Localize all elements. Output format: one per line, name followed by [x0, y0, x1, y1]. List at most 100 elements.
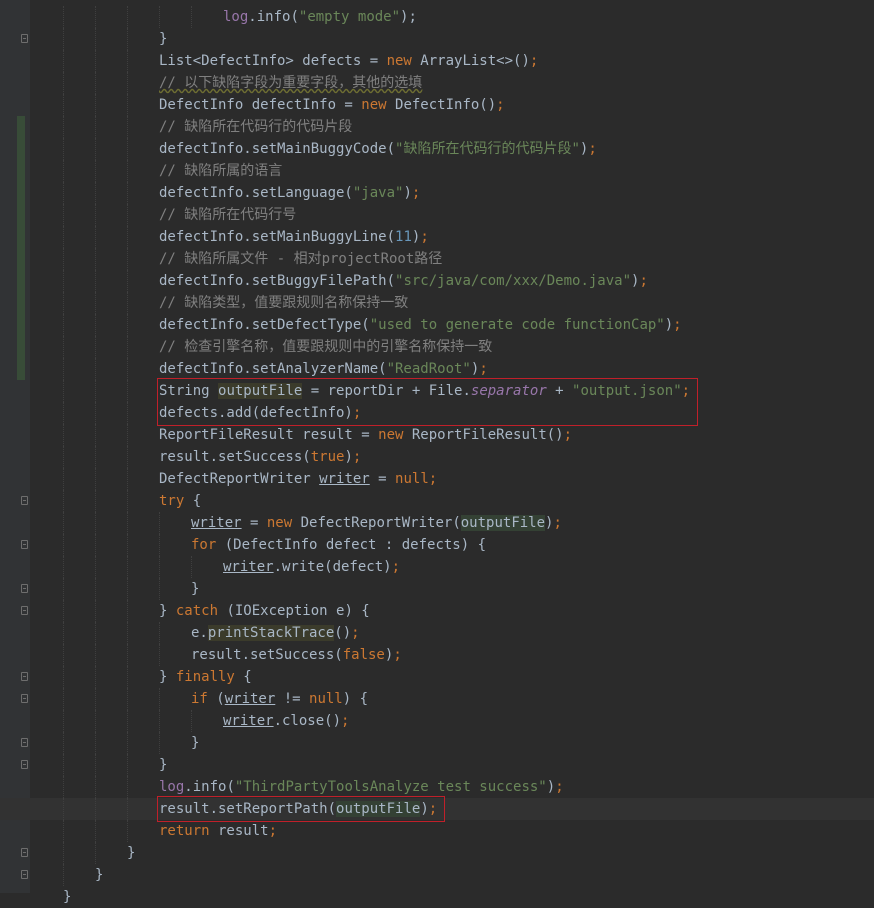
code-text[interactable]: }	[95, 864, 103, 886]
fold-marker-icon[interactable]	[21, 540, 28, 549]
code-text[interactable]: return result;	[159, 820, 277, 842]
code-line[interactable]: }	[0, 754, 874, 776]
code-text[interactable]: writer.write(defect);	[223, 556, 400, 578]
code-line[interactable]: for (DefectInfo defect : defects) {	[0, 534, 874, 556]
code-line[interactable]: DefectReportWriter writer = null;	[0, 468, 874, 490]
code-line[interactable]: log.info("ThirdPartyToolsAnalyze test su…	[0, 776, 874, 798]
code-line[interactable]: // 缺陷所属的语言	[0, 160, 874, 182]
code-text[interactable]: result.setSuccess(true);	[159, 446, 361, 468]
code-line[interactable]: List<DefectInfo> defects = new ArrayList…	[0, 50, 874, 72]
fold-marker-icon[interactable]	[21, 606, 28, 615]
code-line[interactable]: defectInfo.setAnalyzerName("ReadRoot");	[0, 358, 874, 380]
code-editor[interactable]: log.info("empty mode");} List<DefectInfo>…	[0, 6, 874, 908]
code-text[interactable]: defectInfo.setMainBuggyLine(11);	[159, 226, 429, 248]
code-line[interactable]: }	[0, 886, 874, 908]
code-text[interactable]: // 缺陷所属文件 - 相对projectRoot路径	[159, 248, 442, 270]
code-line[interactable]: writer.write(defect);	[0, 556, 874, 578]
code-text[interactable]: // 缺陷所属的语言	[159, 160, 282, 182]
code-line[interactable]: // 缺陷所在代码行号	[0, 204, 874, 226]
fold-marker-icon[interactable]	[21, 694, 28, 703]
code-line[interactable]: // 缺陷所属文件 - 相对projectRoot路径	[0, 248, 874, 270]
fold-marker-icon[interactable]	[21, 848, 28, 857]
code-line[interactable]: writer = new DefectReportWriter(outputFi…	[0, 512, 874, 534]
code-text[interactable]: log.info("empty mode");	[223, 6, 417, 28]
change-marker[interactable]	[17, 182, 25, 204]
change-marker[interactable]	[17, 314, 25, 336]
fold-marker-icon[interactable]	[21, 760, 28, 769]
code-text[interactable]: // 缺陷所在代码行号	[159, 204, 296, 226]
code-text[interactable]: writer.close();	[223, 710, 349, 732]
code-line[interactable]: // 以下缺陷字段为重要字段，其他的选填	[0, 72, 874, 94]
code-line[interactable]: result.setReportPath(outputFile);	[0, 798, 874, 820]
change-marker[interactable]	[17, 358, 25, 380]
code-line[interactable]: }	[0, 842, 874, 864]
fold-marker-icon[interactable]	[21, 34, 28, 43]
code-text[interactable]: }	[159, 28, 167, 50]
code-text[interactable]: result.setReportPath(outputFile);	[159, 798, 437, 820]
code-text[interactable]: for (DefectInfo defect : defects) {	[191, 534, 486, 556]
change-marker[interactable]	[17, 226, 25, 248]
code-text[interactable]: e.printStackTrace();	[191, 622, 360, 644]
change-marker[interactable]	[17, 138, 25, 160]
code-line[interactable]: }	[0, 28, 874, 50]
code-line[interactable]: ReportFileResult result = new ReportFile…	[0, 424, 874, 446]
code-text[interactable]: DefectInfo defectInfo = new DefectInfo()…	[159, 94, 505, 116]
change-marker[interactable]	[17, 292, 25, 314]
fold-marker-icon[interactable]	[21, 672, 28, 681]
code-line[interactable]: return result;	[0, 820, 874, 842]
code-text[interactable]: if (writer != null) {	[191, 688, 368, 710]
code-line[interactable]: defectInfo.setMainBuggyCode("缺陷所在代码行的代码片…	[0, 138, 874, 160]
code-line[interactable]: // 缺陷所在代码行的代码片段	[0, 116, 874, 138]
code-line[interactable]: }	[0, 864, 874, 886]
code-text[interactable]: } finally {	[159, 666, 252, 688]
code-line[interactable]: // 缺陷类型，值要跟规则名称保持一致	[0, 292, 874, 314]
fold-marker-icon[interactable]	[21, 584, 28, 593]
code-text[interactable]: String outputFile = reportDir + File.sep…	[159, 380, 690, 402]
code-text[interactable]: defectInfo.setAnalyzerName("ReadRoot");	[159, 358, 488, 380]
code-line[interactable]: defectInfo.setDefectType("used to genera…	[0, 314, 874, 336]
code-text[interactable]: // 缺陷类型，值要跟规则名称保持一致	[159, 292, 408, 314]
code-text[interactable]: }	[191, 732, 199, 754]
change-marker[interactable]	[17, 116, 25, 138]
code-text[interactable]: defects.add(defectInfo);	[159, 402, 361, 424]
change-marker[interactable]	[17, 204, 25, 226]
code-line[interactable]: // 检查引擎名称，值要跟规则中的引擎名称保持一致	[0, 336, 874, 358]
code-text[interactable]: } catch (IOException e) {	[159, 600, 370, 622]
code-text[interactable]: // 缺陷所在代码行的代码片段	[159, 116, 352, 138]
change-marker[interactable]	[17, 270, 25, 292]
code-line[interactable]: defects.add(defectInfo);	[0, 402, 874, 424]
code-text[interactable]: }	[191, 578, 199, 600]
code-line[interactable]: if (writer != null) {	[0, 688, 874, 710]
code-text[interactable]: defectInfo.setLanguage("java");	[159, 182, 420, 204]
code-text[interactable]: // 检查引擎名称，值要跟规则中的引擎名称保持一致	[159, 336, 492, 358]
code-text[interactable]: defectInfo.setMainBuggyCode("缺陷所在代码行的代码片…	[159, 138, 597, 160]
code-text[interactable]: defectInfo.setBuggyFilePath("src/java/co…	[159, 270, 648, 292]
change-marker[interactable]	[17, 248, 25, 270]
code-text[interactable]: }	[159, 754, 167, 776]
code-line[interactable]: String outputFile = reportDir + File.sep…	[0, 380, 874, 402]
code-line[interactable]: } finally {	[0, 666, 874, 688]
code-text[interactable]: defectInfo.setDefectType("used to genera…	[159, 314, 682, 336]
code-text[interactable]: log.info("ThirdPartyToolsAnalyze test su…	[159, 776, 564, 798]
code-line[interactable]: result.setSuccess(true);	[0, 446, 874, 468]
code-line[interactable]: }	[0, 578, 874, 600]
code-text[interactable]: }	[127, 842, 135, 864]
change-marker[interactable]	[17, 336, 25, 358]
code-text[interactable]: DefectReportWriter writer = null;	[159, 468, 437, 490]
code-text[interactable]: ReportFileResult result = new ReportFile…	[159, 424, 572, 446]
code-line[interactable]: DefectInfo defectInfo = new DefectInfo()…	[0, 94, 874, 116]
code-text[interactable]: writer = new DefectReportWriter(outputFi…	[191, 512, 562, 534]
fold-marker-icon[interactable]	[21, 738, 28, 747]
code-line[interactable]: try {	[0, 490, 874, 512]
code-line[interactable]: log.info("empty mode");	[0, 6, 874, 28]
fold-marker-icon[interactable]	[21, 496, 28, 505]
code-line[interactable]: } catch (IOException e) {	[0, 600, 874, 622]
code-line[interactable]: writer.close();	[0, 710, 874, 732]
code-line[interactable]: defectInfo.setLanguage("java");	[0, 182, 874, 204]
code-line[interactable]: defectInfo.setMainBuggyLine(11);	[0, 226, 874, 248]
code-line[interactable]: e.printStackTrace();	[0, 622, 874, 644]
code-line[interactable]: result.setSuccess(false);	[0, 644, 874, 666]
fold-marker-icon[interactable]	[21, 870, 28, 879]
code-text[interactable]: List<DefectInfo> defects = new ArrayList…	[159, 50, 538, 72]
change-marker[interactable]	[17, 160, 25, 182]
